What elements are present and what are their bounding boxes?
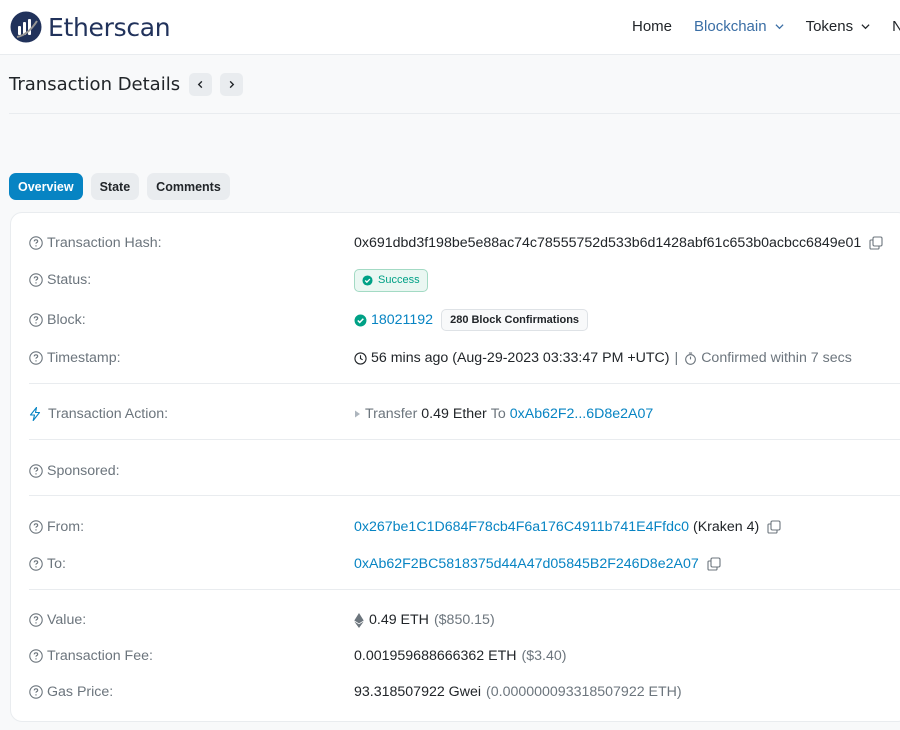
tx-hash-value: 0x691dbd3f198be5e88ac74c78555752d533b6d1… [354, 235, 862, 251]
question-circle-icon[interactable] [29, 557, 43, 571]
gas-price-label: Gas Price: [47, 684, 114, 700]
sponsored-row: Sponsored: [29, 459, 900, 483]
gas-price-eth: (0.000000093318507922 ETH) [486, 684, 682, 700]
chevron-down-icon [775, 24, 784, 30]
question-circle-icon[interactable] [29, 313, 43, 327]
gas-price-row: Gas Price: 93.318507922 Gwei (0.00000009… [29, 680, 900, 704]
section-divider [29, 589, 900, 590]
chevron-right-icon [229, 80, 235, 89]
question-circle-icon[interactable] [29, 613, 43, 627]
block-label: Block: [47, 312, 86, 328]
tab-state[interactable]: State [90, 173, 140, 200]
tx-fee-usd: ($3.40) [521, 648, 567, 664]
nav-home[interactable]: Home [632, 18, 672, 35]
caret-right-icon [355, 410, 360, 418]
etherscan-logo-icon [10, 11, 42, 43]
copy-icon[interactable] [707, 557, 721, 571]
timestamp-value: 56 mins ago (Aug-29-2023 03:33:47 PM +UT… [371, 350, 670, 366]
to-label: To: [47, 556, 66, 572]
tx-action-amount: 0.49 Ether [421, 406, 487, 422]
tab-overview[interactable]: Overview [9, 173, 83, 200]
block-row: Block: 18021192 280 Block Confirmations [29, 308, 900, 332]
transaction-details-card: Transaction Hash: 0x691dbd3f198be5e88ac7… [10, 212, 900, 722]
tx-fee-row: Transaction Fee: 0.001959688666362 ETH (… [29, 644, 900, 668]
copy-icon[interactable] [767, 520, 781, 534]
previous-tx-button[interactable] [189, 73, 213, 96]
chevron-left-icon [197, 80, 203, 89]
question-circle-icon[interactable] [29, 685, 43, 699]
nav-nfts[interactable]: NF [892, 18, 900, 35]
clock-icon [354, 351, 367, 365]
title-row: Transaction Details [9, 73, 244, 96]
tx-action-to-address-link[interactable]: 0xAb62F2...6D8e2A07 [510, 406, 654, 422]
tx-action-verb: Transfer [365, 406, 418, 422]
tx-action-to-word: To [490, 406, 506, 422]
question-circle-icon[interactable] [29, 273, 43, 287]
timestamp-label: Timestamp: [47, 350, 121, 366]
nav-tokens[interactable]: Tokens [806, 18, 871, 35]
value-usd: ($850.15) [433, 612, 495, 628]
tx-hash-label: Transaction Hash: [47, 235, 162, 251]
page-title: Transaction Details [9, 74, 181, 95]
to-row: To: 0xAb62F2BC5818375d44A47d05845B2F246D… [29, 552, 900, 576]
nav-home-label: Home [632, 18, 673, 35]
tab-comments[interactable]: Comments [147, 173, 230, 200]
confirmed-within-text: Confirmed within 7 secs [701, 350, 852, 366]
timestamp-row: Timestamp: 56 mins ago (Aug-29-2023 03:3… [29, 346, 900, 370]
tx-tabs: Overview State Comments [9, 173, 238, 200]
logo-text: Etherscan [48, 12, 171, 42]
tx-action-row: Transaction Action: Transfer 0.49 Ether … [29, 402, 900, 426]
check-circle-icon [362, 274, 373, 286]
value-amount: 0.49 ETH [369, 612, 429, 628]
tx-fee-label: Transaction Fee: [47, 648, 153, 664]
block-number-link[interactable]: 18021192 [371, 312, 433, 328]
question-circle-icon[interactable] [29, 649, 43, 663]
section-divider [29, 495, 900, 496]
question-circle-icon[interactable] [29, 351, 43, 365]
etherscan-logo[interactable]: Etherscan [10, 11, 171, 43]
tx-hash-row: Transaction Hash: 0x691dbd3f198be5e88ac7… [29, 231, 900, 255]
nav-nfts-label: NF [892, 18, 900, 35]
tx-action-label: Transaction Action: [48, 406, 169, 422]
gas-price-gwei: 93.318507922 Gwei [354, 684, 482, 700]
section-divider [29, 383, 900, 384]
sponsored-label: Sponsored: [47, 463, 120, 479]
value-row: Value: 0.49 ETH ($850.15) [29, 608, 900, 632]
section-divider [29, 439, 900, 440]
copy-icon[interactable] [869, 236, 883, 250]
status-label: Status: [47, 272, 92, 288]
ethereum-icon [354, 612, 364, 628]
question-circle-icon[interactable] [29, 520, 43, 534]
from-label: From: [47, 519, 85, 535]
nav-tokens-label: Tokens [805, 18, 854, 35]
next-tx-button[interactable] [220, 73, 244, 96]
question-circle-icon[interactable] [29, 236, 43, 250]
from-address-tag: (Kraken 4) [692, 519, 760, 535]
lightning-icon [29, 407, 41, 421]
chevron-down-icon [861, 24, 870, 30]
nav-blockchain-label: Blockchain [694, 18, 767, 35]
value-label: Value: [47, 612, 87, 628]
site-header: Etherscan Home Blockchain Tokens NF [0, 0, 900, 55]
from-address-link[interactable]: 0x267be1C1D684F78cb4F6a176C4911b741E4Ffd… [354, 519, 689, 535]
nav-blockchain[interactable]: Blockchain [694, 18, 784, 35]
status-badge: Success [354, 268, 428, 292]
timestamp-separator: | [674, 350, 679, 366]
title-divider [9, 113, 900, 114]
main-nav: Home Blockchain Tokens NF [632, 18, 900, 35]
block-confirmations-badge: 280 Block Confirmations [441, 309, 589, 331]
to-address-link[interactable]: 0xAb62F2BC5818375d44A47d05845B2F246D8e2A… [354, 556, 699, 572]
stopwatch-icon [685, 352, 697, 365]
status-value: Success [378, 274, 420, 286]
check-circle-icon [354, 314, 367, 326]
question-circle-icon[interactable] [29, 464, 43, 478]
status-row: Status: Success [29, 268, 900, 292]
tx-fee-amount: 0.001959688666362 ETH [354, 648, 517, 664]
from-row: From: 0x267be1C1D684F78cb4F6a176C4911b74… [29, 515, 900, 539]
